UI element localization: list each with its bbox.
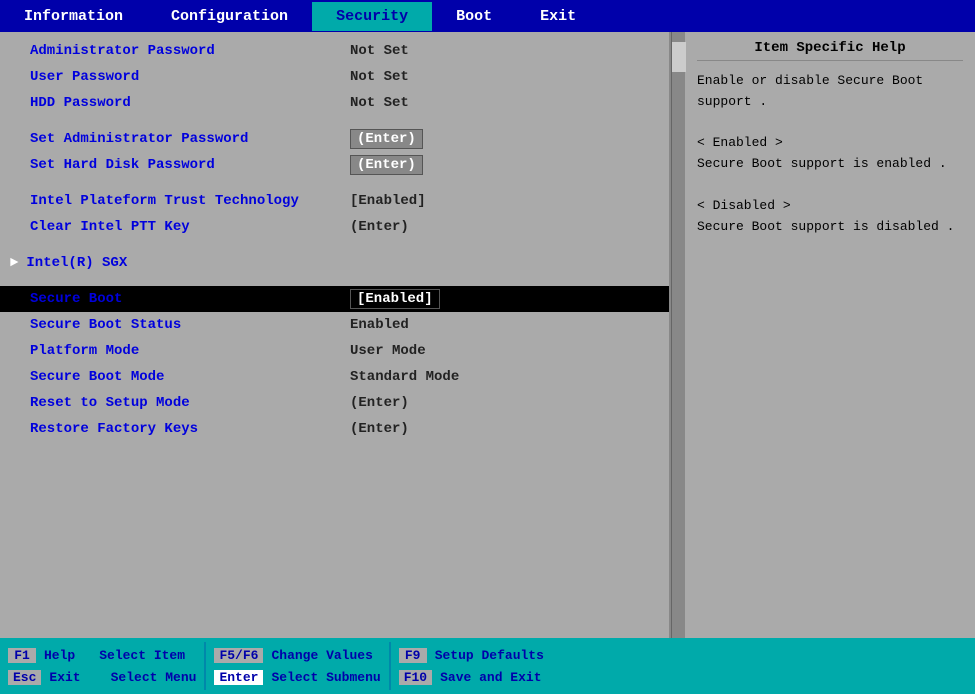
row-label: Secure Boot Mode <box>30 369 350 385</box>
bottom-row-1: F1 Help Select Item <box>8 646 196 665</box>
spacer <box>0 116 669 126</box>
row-label: Clear Intel PTT Key <box>30 219 350 235</box>
row-label: Set Administrator Password <box>30 131 350 147</box>
row-value: User Mode <box>350 343 426 359</box>
row-value: (Enter) <box>350 129 423 149</box>
menu-information[interactable]: Information <box>0 2 147 31</box>
row-value: [Enabled] <box>350 289 440 309</box>
bottom-row-3: F5/F6 Change Values <box>214 646 380 665</box>
clear-ptt-row[interactable]: Clear Intel PTT Key (Enter) <box>0 214 669 240</box>
spacer <box>0 178 669 188</box>
row-value: Not Set <box>350 69 409 85</box>
list-item[interactable]: Administrator Password Not Set <box>0 38 669 64</box>
enter-key: Enter <box>214 670 263 685</box>
row-label: User Password <box>30 69 350 85</box>
menu-exit[interactable]: Exit <box>516 2 600 31</box>
help-title: Item Specific Help <box>697 40 963 61</box>
submenu-arrow-icon: ► <box>10 255 18 271</box>
intel-ptt-row[interactable]: Intel Plateform Trust Technology [Enable… <box>0 188 669 214</box>
esc-desc: Exit <box>49 670 80 685</box>
scrollbar-thumb[interactable] <box>672 42 686 72</box>
row-value: [Enabled] <box>350 193 426 209</box>
menu-security[interactable]: Security <box>312 2 432 31</box>
bottom-bar: F1 Help Select Item Esc Exit Select Menu… <box>0 638 975 694</box>
set-hdd-password-row[interactable]: Set Hard Disk Password (Enter) <box>0 152 669 178</box>
row-label: Secure Boot <box>30 291 350 307</box>
f9-desc: Setup Defaults <box>435 648 544 663</box>
bottom-row-4: Enter Select Submenu <box>214 668 380 687</box>
row-label: Platform Mode <box>30 343 350 359</box>
bottom-row-5: F9 Setup Defaults <box>399 646 544 665</box>
f1-key: F1 <box>8 648 36 663</box>
scrollbar[interactable] <box>671 32 685 638</box>
spacer <box>0 240 669 250</box>
help-text: Enable or disable Secure Boot support . … <box>697 71 963 237</box>
row-label: HDD Password <box>30 95 350 111</box>
row-label: Intel(R) SGX <box>26 255 346 271</box>
right-panel: Item Specific Help Enable or disable Sec… <box>685 32 975 638</box>
platform-mode-row[interactable]: Platform Mode User Mode <box>0 338 669 364</box>
f10-desc: Save and Exit <box>440 670 541 685</box>
row-label: Restore Factory Keys <box>30 421 350 437</box>
list-item[interactable]: User Password Not Set <box>0 64 669 90</box>
row-value: Not Set <box>350 43 409 59</box>
spacer <box>0 276 669 286</box>
row-value: Not Set <box>350 95 409 111</box>
row-value: (Enter) <box>350 421 409 437</box>
secure-boot-status-row[interactable]: Secure Boot Status Enabled <box>0 312 669 338</box>
restore-factory-keys-row[interactable]: Restore Factory Keys (Enter) <box>0 416 669 442</box>
row-label: Reset to Setup Mode <box>30 395 350 411</box>
left-panel: Administrator Password Not Set User Pass… <box>0 32 671 638</box>
f5f6-desc: Change Values <box>271 648 372 663</box>
row-value: (Enter) <box>350 155 423 175</box>
select-menu-desc: Select Menu <box>111 670 197 685</box>
f5f6-key: F5/F6 <box>214 648 263 663</box>
secure-boot-mode-row[interactable]: Secure Boot Mode Standard Mode <box>0 364 669 390</box>
f1-desc: Help <box>44 648 75 663</box>
enter-desc: Select Submenu <box>271 670 380 685</box>
row-label: Secure Boot Status <box>30 317 350 333</box>
secure-boot-row[interactable]: Secure Boot [Enabled] <box>0 286 669 312</box>
row-label: Intel Plateform Trust Technology <box>30 193 350 209</box>
select-item-desc: Select Item <box>99 648 185 663</box>
menu-boot[interactable]: Boot <box>432 2 516 31</box>
row-value: Enabled <box>350 317 409 333</box>
row-label: Administrator Password <box>30 43 350 59</box>
intel-sgx-row[interactable]: ► Intel(R) SGX <box>0 250 669 276</box>
bottom-row-2: Esc Exit Select Menu <box>8 668 196 687</box>
reset-setup-mode-row[interactable]: Reset to Setup Mode (Enter) <box>0 390 669 416</box>
list-item[interactable]: HDD Password Not Set <box>0 90 669 116</box>
f9-key: F9 <box>399 648 427 663</box>
menu-bar: Information Configuration Security Boot … <box>0 0 975 32</box>
bottom-row-6: F10 Save and Exit <box>399 668 544 687</box>
row-value: (Enter) <box>350 219 409 235</box>
row-label: Set Hard Disk Password <box>30 157 350 173</box>
esc-key: Esc <box>8 670 41 685</box>
f10-key: F10 <box>399 670 432 685</box>
menu-configuration[interactable]: Configuration <box>147 2 312 31</box>
row-value: Standard Mode <box>350 369 459 385</box>
row-value: (Enter) <box>350 395 409 411</box>
main-content: Administrator Password Not Set User Pass… <box>0 32 975 638</box>
set-admin-password-row[interactable]: Set Administrator Password (Enter) <box>0 126 669 152</box>
